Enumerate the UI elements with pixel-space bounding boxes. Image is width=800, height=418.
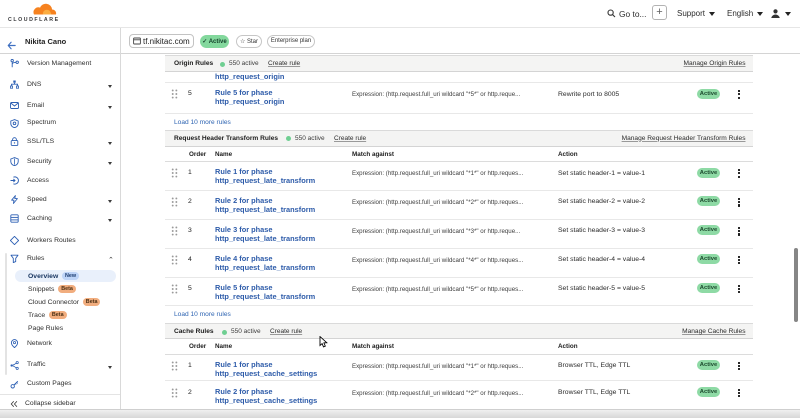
svg-text:CLOUDFLARE: CLOUDFLARE xyxy=(8,17,60,22)
